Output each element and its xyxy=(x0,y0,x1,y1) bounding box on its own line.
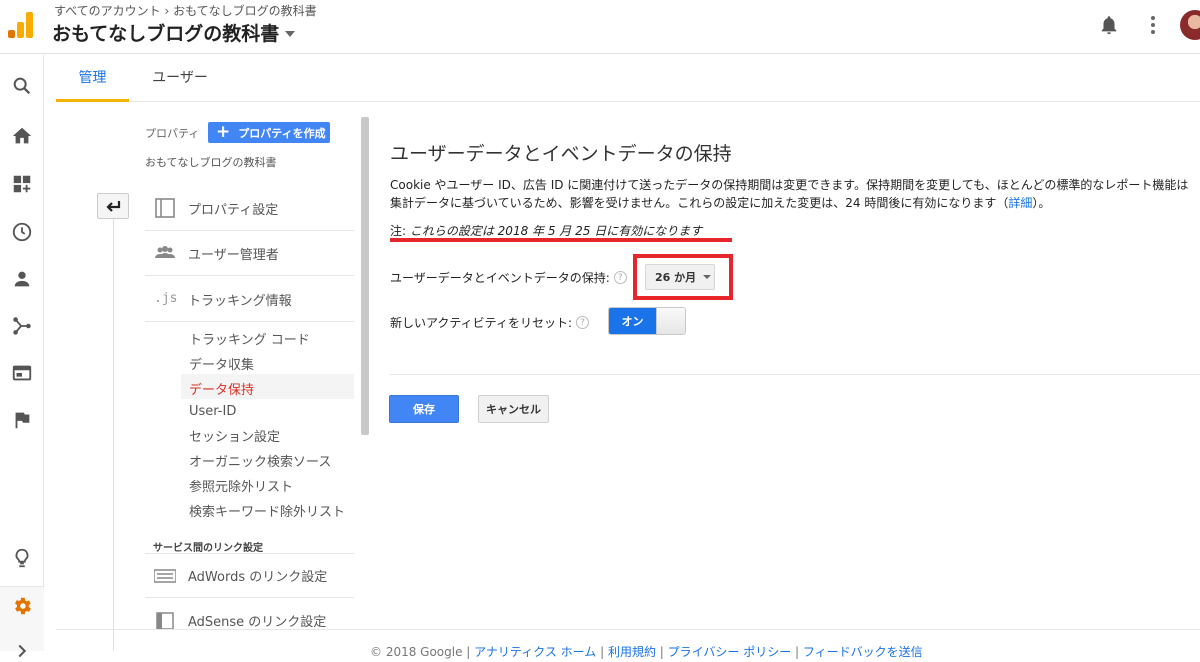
create-property-button[interactable]: + プロパティを作成 xyxy=(208,122,330,143)
menu-item-label: トラッキング情報 xyxy=(188,293,292,309)
account-selector[interactable]: おもてなしブログの教科書 xyxy=(52,19,296,46)
back-arrow-icon xyxy=(106,201,121,212)
submenu-data-collection[interactable]: データ収集 xyxy=(189,354,254,373)
details-link[interactable]: 詳細 xyxy=(1008,196,1032,210)
footer-divider xyxy=(56,629,1200,630)
js-icon: .js xyxy=(154,291,178,306)
retention-value: 26 か月 xyxy=(655,271,697,284)
reset-row-label: 新しいアクティビティをリセット: ? xyxy=(390,314,590,331)
breadcrumb[interactable]: すべてのアカウント › おもてなしブログの教科書 xyxy=(54,2,317,19)
search-icon[interactable] xyxy=(11,75,33,97)
adsense-icon xyxy=(156,611,174,630)
adwords-icon xyxy=(154,568,176,583)
top-header: すべてのアカウント › おもてなしブログの教科書 おもてなしブログの教科書 xyxy=(0,0,1200,54)
description-end: ）。 xyxy=(1032,196,1051,210)
description-text: Cookie やユーザー ID、広告 ID に関連付けて送ったデータの保持期間は… xyxy=(390,176,1196,212)
reset-label: 新しいアクティビティをリセット: xyxy=(390,316,573,330)
property-settings-icon xyxy=(155,198,175,218)
retention-period-dropdown[interactable]: 26 か月 xyxy=(645,264,715,290)
realtime-clock-icon[interactable] xyxy=(11,221,33,243)
account-name: おもてなしブログの教科書 xyxy=(52,23,280,45)
cancel-button[interactable]: キャンセル xyxy=(478,395,549,423)
panel-scrollbar[interactable] xyxy=(361,117,369,435)
submenu-organic-search-sources[interactable]: オーガニック検索ソース xyxy=(189,451,331,470)
save-button[interactable]: 保存 xyxy=(389,395,459,423)
retention-label: ユーザーデータとイベントデータの保持: xyxy=(390,271,610,285)
menu-item-user-management[interactable]: ユーザー管理者 xyxy=(145,231,354,276)
red-highlight-underline xyxy=(390,238,732,242)
help-icon[interactable]: ? xyxy=(576,316,590,329)
menu-item-adsense-linking[interactable]: AdSense のリンク設定 xyxy=(145,598,354,643)
submenu-tracking-code[interactable]: トラッキング コード xyxy=(189,329,310,348)
submenu-search-term-exclusion[interactable]: 検索キーワード除外リスト xyxy=(189,501,345,520)
submenu-referral-exclusion[interactable]: 参照元除外リスト xyxy=(189,476,293,495)
customization-icon[interactable] xyxy=(11,173,33,195)
description-body: Cookie やユーザー ID、広告 ID に関連付けて送ったデータの保持期間は… xyxy=(390,178,1189,210)
avatar[interactable] xyxy=(1180,10,1200,40)
note-prefix: 注: xyxy=(390,224,410,238)
toggle-knob xyxy=(656,308,685,334)
audience-person-icon[interactable] xyxy=(11,268,33,290)
menu-item-property-settings[interactable]: プロパティ設定 xyxy=(145,186,354,231)
notifications-bell-icon[interactable] xyxy=(1098,13,1120,37)
create-property-label: プロパティを作成 xyxy=(238,126,326,140)
submenu-data-retention[interactable]: データ保持 xyxy=(189,379,254,398)
acquisition-icon[interactable] xyxy=(11,315,33,337)
users-icon xyxy=(155,246,175,258)
menu-item-tracking-info[interactable]: .js トラッキング情報 xyxy=(145,277,354,322)
chevron-down-icon xyxy=(703,275,712,279)
menu-item-label: プロパティ設定 xyxy=(188,202,279,218)
expand-chevron-icon[interactable] xyxy=(11,640,33,662)
tab-user[interactable]: ユーザー xyxy=(144,57,216,102)
chevron-down-icon xyxy=(285,31,296,37)
toggle-on-label: オン xyxy=(609,308,656,334)
help-icon[interactable]: ? xyxy=(613,271,627,284)
analytics-logo-icon[interactable] xyxy=(8,12,34,38)
property-label: プロパティ xyxy=(145,127,200,140)
page-title: ユーザーデータとイベントデータの保持 xyxy=(390,143,732,165)
left-nav-rail xyxy=(0,55,44,658)
menu-item-label: AdWords のリンク設定 xyxy=(188,570,328,585)
reset-on-activity-toggle[interactable]: オン xyxy=(608,307,686,335)
top-tabs: 管理 ユーザー xyxy=(56,57,1200,102)
panel-connector-line xyxy=(113,219,114,651)
effective-date-note: 注: これらの設定は 2018 年 5 月 25 日に有効になります xyxy=(390,222,702,239)
link-section-title: サービス間のリンク設定 xyxy=(153,543,263,554)
retention-row-label: ユーザーデータとイベントデータの保持: ? xyxy=(390,269,627,286)
admin-gear-icon[interactable] xyxy=(11,595,33,617)
tab-admin[interactable]: 管理 xyxy=(56,57,129,102)
menu-item-label: AdSense のリンク設定 xyxy=(188,615,327,630)
property-name: おもてなしブログの教科書 xyxy=(145,156,277,169)
conversions-flag-icon[interactable] xyxy=(11,409,33,431)
footer-link-feedback[interactable]: フィードバックを送信 xyxy=(803,645,923,659)
submenu-session-settings[interactable]: セッション設定 xyxy=(189,426,280,445)
plus-icon: + xyxy=(216,122,231,142)
footer: © 2018 Google | アナリティクス ホーム | 利用規約 | プライ… xyxy=(370,645,923,659)
footer-copyright: © 2018 Google xyxy=(370,645,463,659)
submenu-user-id[interactable]: User-ID xyxy=(189,404,236,419)
footer-link-analytics-home[interactable]: アナリティクス ホーム xyxy=(474,645,596,659)
back-button[interactable] xyxy=(97,193,129,219)
footer-link-privacy[interactable]: プライバシー ポリシー xyxy=(668,645,792,659)
menu-item-adwords-linking[interactable]: AdWords のリンク設定 xyxy=(145,553,354,598)
discover-lightbulb-icon[interactable] xyxy=(11,547,33,569)
more-options-icon[interactable] xyxy=(1146,14,1160,36)
home-icon[interactable] xyxy=(11,125,33,147)
note-text: これらの設定は 2018 年 5 月 25 日に有効になります xyxy=(409,224,703,238)
behavior-icon[interactable] xyxy=(11,362,33,384)
menu-item-label: ユーザー管理者 xyxy=(188,247,279,263)
footer-link-terms[interactable]: 利用規約 xyxy=(608,645,656,659)
divider xyxy=(390,374,1200,375)
